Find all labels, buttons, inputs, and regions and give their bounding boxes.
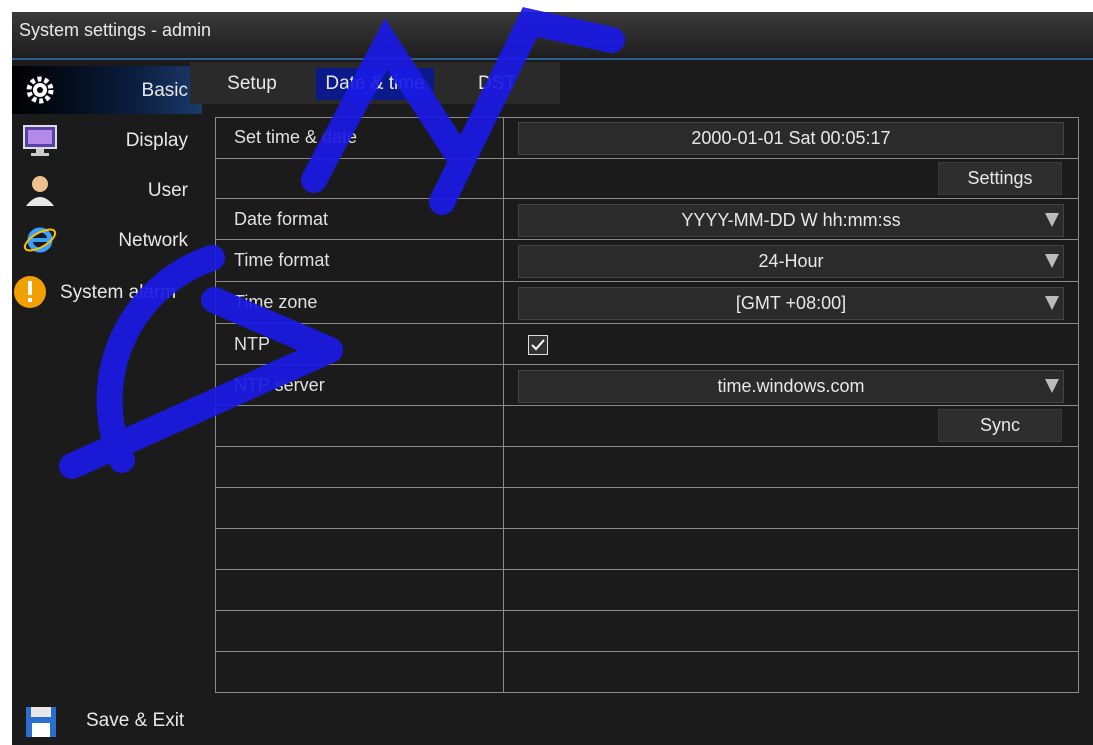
settings-button[interactable]: Settings (938, 162, 1062, 195)
chevron-down-icon (1045, 213, 1059, 227)
date-format-label: Date format (234, 209, 329, 229)
sidebar-item-network[interactable]: Network (12, 216, 202, 264)
alarm-warning-icon (14, 276, 46, 308)
row-divider (216, 405, 1078, 406)
save-exit-label: Save & Exit (86, 710, 185, 731)
gear-icon (26, 76, 54, 104)
sidebar-item-display[interactable]: Display (12, 116, 202, 164)
tab-setup[interactable]: Setup (207, 68, 297, 100)
ntp-checkbox[interactable] (528, 335, 548, 355)
row-divider (216, 158, 1078, 159)
chevron-down-icon (1045, 379, 1059, 393)
sync-button[interactable]: Sync (938, 409, 1062, 442)
row-divider (216, 239, 1078, 240)
date-format-select[interactable]: YYYY-MM-DD W hh:mm:ss (518, 204, 1064, 237)
monitor-icon (23, 125, 57, 156)
row-divider (216, 651, 1078, 652)
chevron-down-icon (1045, 296, 1059, 310)
title-bar: System settings - admin (12, 12, 1093, 60)
row-divider (216, 446, 1078, 447)
row-divider (216, 364, 1078, 365)
ntp-server-label: NTP server (234, 375, 325, 395)
check-icon (531, 339, 545, 351)
sidebar-item-user[interactable]: User (12, 166, 202, 214)
sidebar-item-label: System alarm (60, 282, 177, 303)
row-divider (216, 323, 1078, 324)
set-time-date-field[interactable]: 2000-01-01 Sat 00:05:17 (518, 122, 1064, 155)
row-divider (216, 569, 1078, 570)
sidebar-item-label: Network (118, 230, 188, 251)
settings-table: Set time & date Date format Time format … (215, 117, 1079, 693)
system-settings-window: System settings - admin Basic Display Us… (12, 12, 1093, 745)
row-divider (216, 281, 1078, 282)
user-icon (26, 176, 54, 206)
row-divider (216, 528, 1078, 529)
sidebar-item-label: User (147, 180, 188, 201)
tab-dst[interactable]: DST (467, 68, 527, 100)
time-zone-label: Time zone (234, 292, 318, 312)
sidebar-item-system-alarm[interactable]: System alarm (12, 268, 202, 316)
row-divider (216, 610, 1078, 611)
row-divider (216, 198, 1078, 199)
save-exit-button[interactable]: Save & Exit (24, 703, 204, 743)
network-browser-icon (23, 227, 57, 253)
sidebar-item-basic[interactable]: Basic (12, 66, 202, 114)
chevron-down-icon (1045, 254, 1059, 268)
set-time-date-label: Set time & date (234, 127, 358, 147)
floppy-disk-icon (26, 707, 56, 737)
time-zone-select[interactable]: [GMT +08:00] (518, 287, 1064, 320)
time-format-label: Time format (234, 250, 330, 270)
tab-date-time[interactable]: Date & time (316, 68, 434, 100)
sidebar-item-label: Basic (141, 80, 188, 101)
row-divider (216, 487, 1078, 488)
sidebar-item-label: Display (125, 130, 188, 151)
ntp-label: NTP (234, 334, 270, 354)
time-format-select[interactable]: 24-Hour (518, 245, 1064, 278)
window-title: System settings - admin (19, 20, 212, 40)
ntp-server-select[interactable]: time.windows.com (518, 370, 1064, 403)
